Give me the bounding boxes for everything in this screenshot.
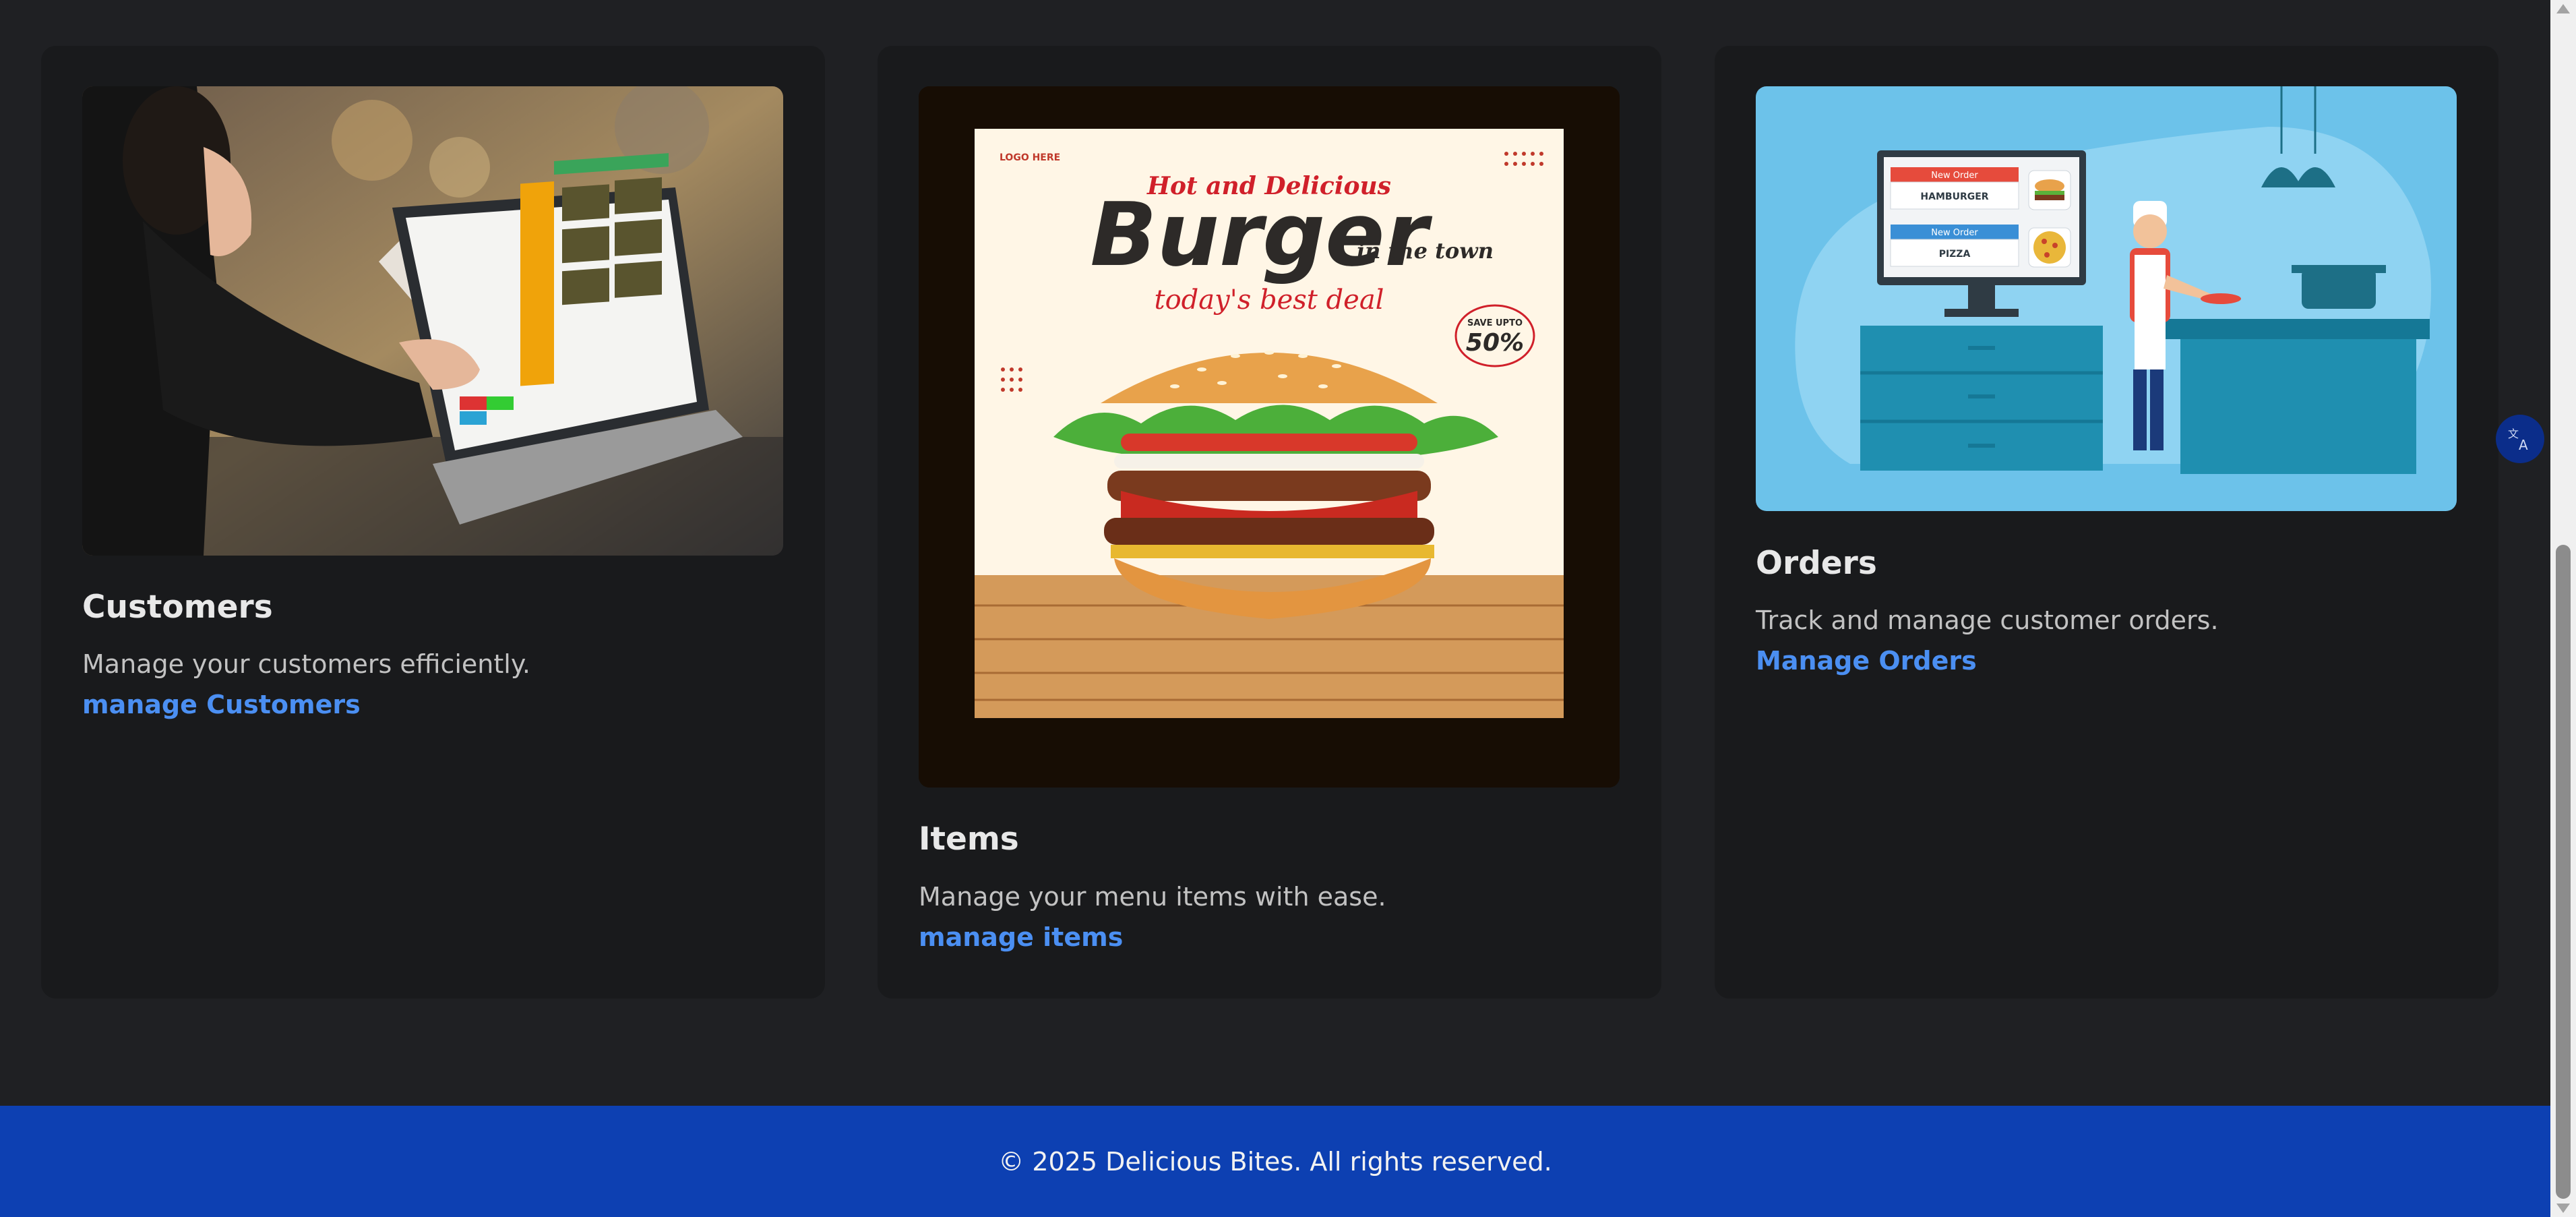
card-description-items: Manage your menu items with ease. <box>919 882 1386 912</box>
page: Customers Manage your customers efficien… <box>0 0 2550 1217</box>
orders-screen-order1-header: New Order <box>1931 171 1978 181</box>
card-title-customers: Customers <box>82 589 273 626</box>
card-title-orders: Orders <box>1756 545 1877 582</box>
customers-image <box>82 86 783 556</box>
card-description-orders: Track and manage customer orders. <box>1756 605 2219 635</box>
scroll-down-icon[interactable] <box>2556 1204 2570 1213</box>
svg-text:文: 文 <box>2508 427 2519 440</box>
svg-text:A: A <box>2519 437 2528 453</box>
orders-screen-order2-header: New Order <box>1931 228 1978 238</box>
footer-copyright: © 2025 Delicious Bites. All rights reser… <box>998 1146 1552 1177</box>
card-orders: New Order HAMBURGER New Order PIZZA Orde… <box>1715 46 2498 999</box>
poster-badge-top: SAVE UPTO <box>1467 318 1523 328</box>
poster-badge-value: 50% <box>1466 329 1524 357</box>
poster-tagline: today's best deal <box>1155 285 1384 316</box>
card-items: LOGO HERE Hot and Delicious Burger in th… <box>878 46 1661 999</box>
orders-screen-order2-item: PIZZA <box>1939 249 1971 260</box>
translate-icon[interactable]: 文 A <box>2496 415 2544 463</box>
poster-headline-sub: in the town <box>1357 238 1494 264</box>
card-title-items: Items <box>919 821 1019 858</box>
scroll-up-icon[interactable] <box>2556 4 2570 13</box>
poster-headline: Burger <box>1090 183 1432 286</box>
manage-orders-link[interactable]: Manage Orders <box>1756 646 1977 676</box>
manage-customers-link[interactable]: manage Customers <box>82 690 361 719</box>
footer: © 2025 Delicious Bites. All rights reser… <box>0 1106 2550 1217</box>
orders-screen-order1-item: HAMBURGER <box>1920 191 1988 202</box>
card-description-customers: Manage your customers efficiently. <box>82 649 530 679</box>
manage-items-link[interactable]: manage items <box>919 922 1123 952</box>
poster-logo-text: LOGO HERE <box>1000 152 1060 163</box>
card-customers: Customers Manage your customers efficien… <box>41 46 825 999</box>
orders-image: New Order HAMBURGER New Order PIZZA <box>1756 86 2457 511</box>
scrollbar-thumb[interactable] <box>2556 545 2571 1199</box>
translate-glyph-icon: 文 A <box>2508 427 2528 453</box>
vertical-scrollbar[interactable] <box>2550 0 2576 1217</box>
items-image: LOGO HERE Hot and Delicious Burger in th… <box>919 86 1620 788</box>
